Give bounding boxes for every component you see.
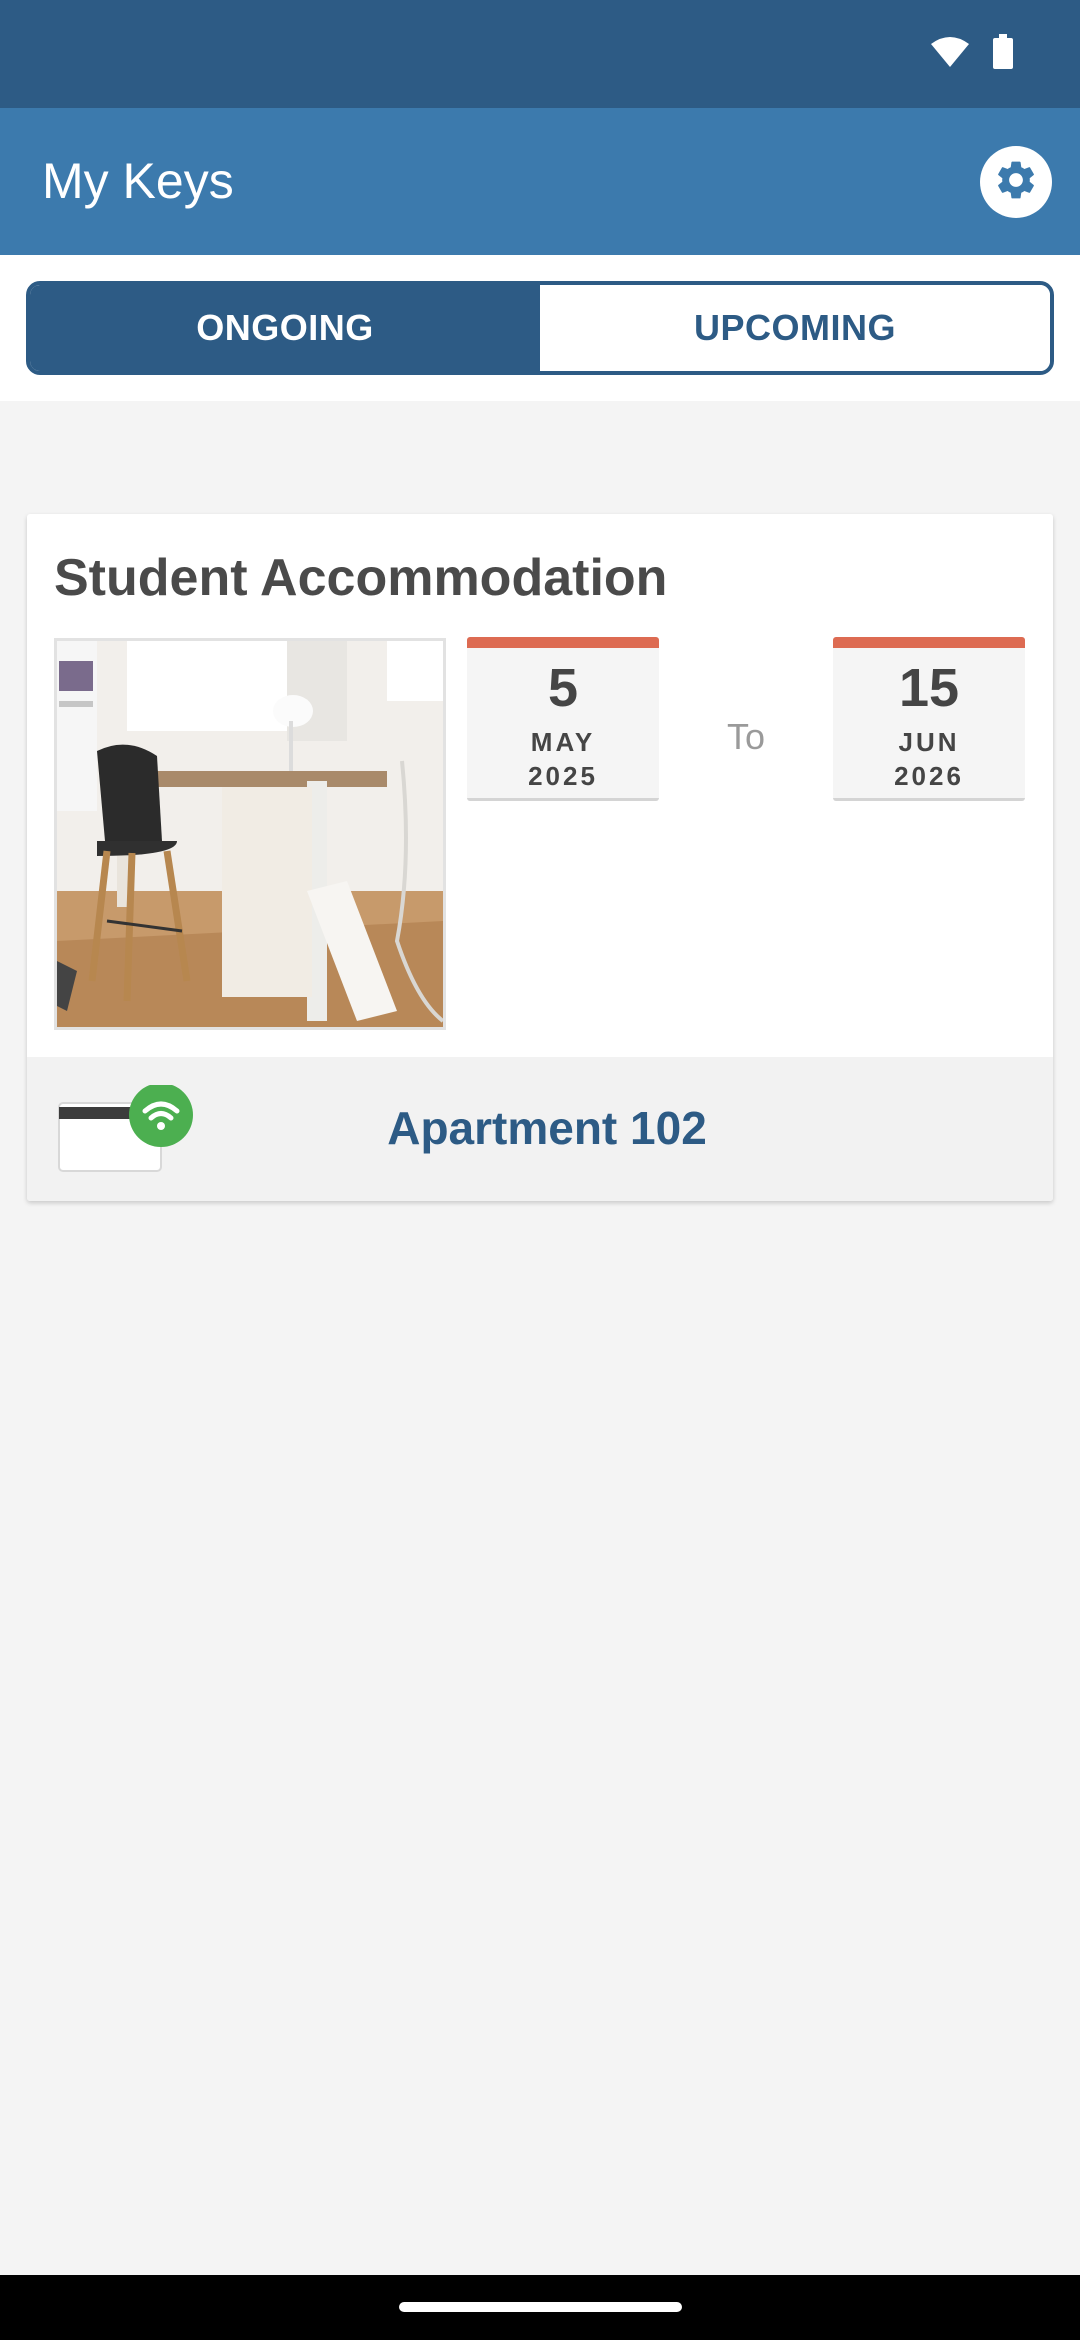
settings-button[interactable] <box>980 146 1052 218</box>
segmented-control: ONGOING UPCOMING <box>26 281 1054 375</box>
key-row[interactable]: Apartment 102 <box>27 1057 1053 1201</box>
page-title: My Keys <box>42 153 234 209</box>
status-bar <box>0 0 1080 108</box>
battery-icon <box>992 33 1014 75</box>
start-day: 5 <box>547 658 579 718</box>
end-month: JUN <box>898 727 960 757</box>
system-nav-bar <box>0 2275 1080 2340</box>
booking-card[interactable]: Student Accommodation 5 MAY 2025 To 15 J… <box>27 514 1053 1201</box>
start-year: 2025 <box>528 761 598 791</box>
status-icons <box>930 33 1014 75</box>
key-name: Apartment 102 <box>387 1102 707 1154</box>
tab-upcoming[interactable]: UPCOMING <box>540 285 1050 371</box>
gear-icon <box>993 157 1039 208</box>
start-month: MAY <box>530 727 596 757</box>
start-date: 5 MAY 2025 <box>467 637 659 801</box>
tab-bar: ONGOING UPCOMING <box>0 255 1080 401</box>
home-handle[interactable] <box>399 2302 682 2312</box>
room-photo <box>54 638 446 1030</box>
end-year: 2026 <box>894 761 964 791</box>
booking-title: Student Accommodation <box>54 549 668 607</box>
tab-ongoing[interactable]: ONGOING <box>30 285 540 371</box>
date-separator: To <box>727 716 766 757</box>
end-day: 15 <box>898 658 960 718</box>
end-date: 15 JUN 2026 <box>833 637 1025 801</box>
wifi-icon <box>930 36 970 73</box>
app-bar: My Keys <box>0 108 1080 255</box>
